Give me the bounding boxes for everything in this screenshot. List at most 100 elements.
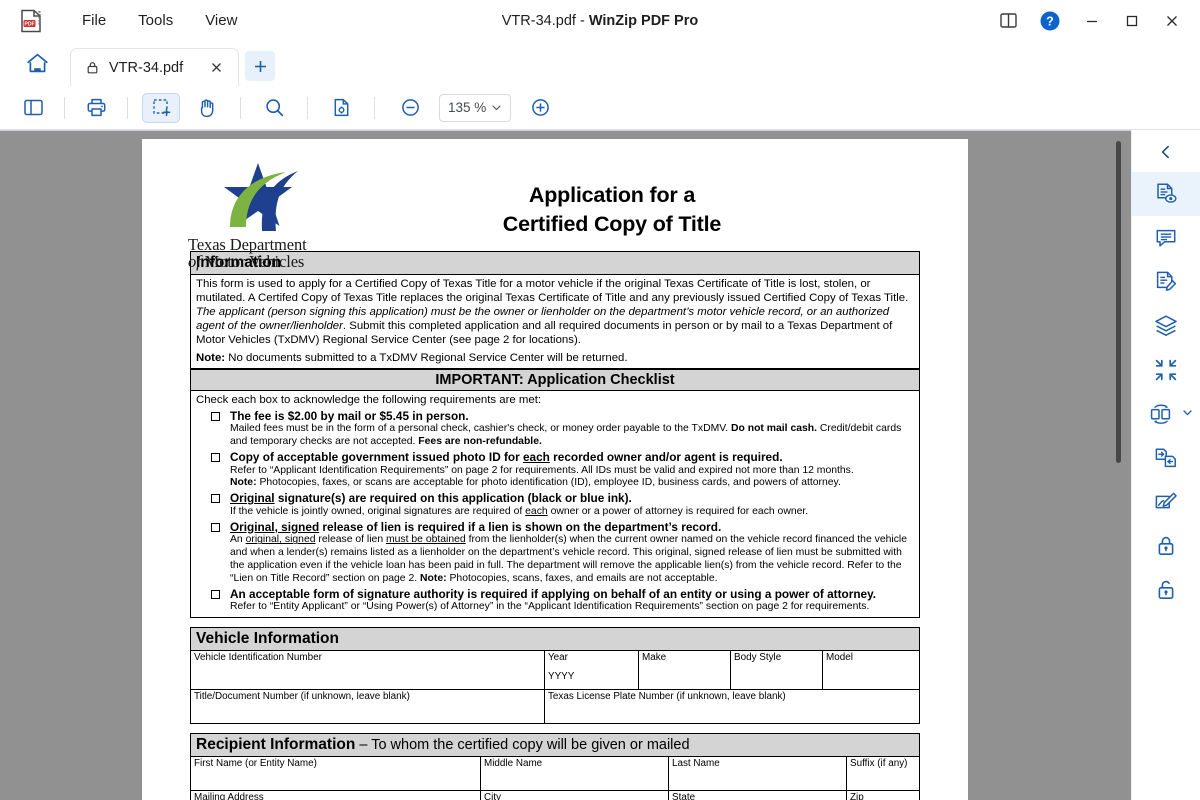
- field-label: City: [484, 792, 502, 800]
- field-label: Title/Document Number (if unknown, leave…: [194, 691, 410, 703]
- table-row: Vehicle Identification Number Year YYYY M…: [191, 651, 919, 691]
- checklist-checkbox-lien-release[interactable]: [211, 522, 220, 532]
- maximize-button[interactable]: [1112, 1, 1152, 41]
- menu-item-tools[interactable]: Tools: [124, 6, 187, 35]
- field-title-document-number[interactable]: Title/Document Number (if unknown, leave…: [191, 690, 545, 724]
- field-label: Year: [548, 652, 568, 664]
- pan-hand-button[interactable]: [188, 93, 226, 123]
- page-settings-button[interactable]: [322, 93, 360, 123]
- section-header-vehicle-information: Vehicle Information: [190, 627, 920, 652]
- zoom-level-select[interactable]: 135 %: [439, 93, 512, 122]
- field-make[interactable]: Make: [639, 651, 731, 690]
- rp-edit-document-button[interactable]: [1132, 260, 1200, 304]
- form-sheet: Information This form is used to apply f…: [190, 251, 920, 800]
- right-panel-items: [1131, 172, 1200, 612]
- new-tab-button[interactable]: [245, 51, 276, 81]
- zoom-level-value: 135 %: [448, 100, 487, 115]
- field-label: Suffix (if any): [850, 758, 908, 770]
- field-last-name[interactable]: Last Name: [669, 757, 847, 791]
- field-state[interactable]: State: [669, 791, 847, 800]
- checklist-checkbox-signature[interactable]: [211, 494, 220, 504]
- rp-merge-files-button[interactable]: [1132, 436, 1200, 480]
- field-year[interactable]: Year YYYY: [545, 651, 639, 690]
- rp-convert-button[interactable]: [1132, 392, 1200, 436]
- field-texas-license-plate-number[interactable]: Texas License Plate Number (if unknown, …: [545, 690, 919, 723]
- rp-view-document-button[interactable]: [1131, 172, 1200, 216]
- home-button[interactable]: [14, 41, 60, 85]
- select-area-icon: [152, 99, 170, 116]
- checklist-checkbox-fee[interactable]: [211, 411, 220, 421]
- pdf-app-logo: PDF: [18, 8, 44, 34]
- field-mailing-address[interactable]: Mailing Address: [191, 791, 481, 800]
- checklist-note-label: Note:: [230, 477, 257, 489]
- checklist-sub-a: If the vehicle is jointly owned, origina…: [230, 505, 526, 517]
- close-icon: [1167, 15, 1177, 26]
- svg-text:?: ?: [1046, 14, 1054, 28]
- rp-comment-button[interactable]: [1132, 216, 1200, 260]
- checklist-sub-u: each: [525, 505, 548, 517]
- rp-compress-button[interactable]: [1132, 348, 1200, 392]
- txdmv-star-icon: [206, 161, 310, 235]
- tab-vtr34[interactable]: VTR-34.pdf: [70, 48, 240, 86]
- checklist-item-title: An acceptable form of signature authorit…: [230, 586, 877, 601]
- search-button[interactable]: [255, 93, 293, 123]
- menu-item-view[interactable]: View: [191, 6, 251, 35]
- rp-layers-button[interactable]: [1132, 304, 1200, 348]
- menu-item-file[interactable]: File: [68, 6, 120, 35]
- help-button[interactable]: ?: [1028, 1, 1072, 41]
- winzip-pdf-pro-window: PDF File Tools View VTR-34.pdf - WinZip …: [0, 0, 1200, 800]
- print-icon: [87, 98, 105, 117]
- field-city[interactable]: City: [481, 791, 669, 800]
- field-body-style[interactable]: Body Style: [731, 651, 823, 690]
- checklist-checkbox-signature-authority[interactable]: [211, 589, 220, 599]
- checklist-note-text: Photocopies, faxes, or scans are accepta…: [256, 477, 841, 489]
- sidebar-toggle-button[interactable]: [16, 93, 50, 123]
- rp-protect-lock-button[interactable]: [1132, 524, 1200, 568]
- checklist-sub-u2: must be obtained: [385, 534, 466, 546]
- checklist-title-b: signature(s) are required on this applic…: [274, 491, 632, 506]
- window-title-app: WinZip PDF Pro: [588, 12, 699, 29]
- title-bar: PDF File Tools View VTR-34.pdf - WinZip …: [0, 0, 1200, 41]
- plus-icon: [254, 60, 266, 72]
- window-title-document: VTR-34.pdf: [501, 12, 576, 29]
- field-label: Middle Name: [484, 758, 543, 770]
- vertical-scrollbar[interactable]: [1112, 131, 1124, 800]
- rp-unlock-button[interactable]: [1132, 568, 1200, 612]
- split-view-button[interactable]: [988, 1, 1028, 41]
- tab-close-button[interactable]: [206, 58, 226, 78]
- field-first-name[interactable]: First Name (or Entity Name): [191, 757, 481, 791]
- field-middle-name[interactable]: Middle Name: [481, 757, 669, 791]
- minimize-button[interactable]: [1072, 1, 1112, 41]
- collapse-panel-button[interactable]: [1151, 137, 1181, 167]
- checklist-title-a: Copy of acceptable government issued pho…: [230, 449, 523, 464]
- checklist-item-note: Note: Photocopies, faxes, or scans are a…: [230, 477, 914, 490]
- document-viewport[interactable]: Texas Department of Motor Vehicles Appli…: [0, 130, 1131, 800]
- field-zip[interactable]: Zip: [847, 791, 919, 800]
- zoom-out-button[interactable]: [393, 93, 427, 123]
- information-para-a: This form is used to apply for a Certifi…: [196, 278, 909, 305]
- vertical-scrollbar-thumb[interactable]: [1116, 141, 1121, 463]
- svg-text:PDF: PDF: [25, 21, 35, 27]
- page-settings-icon: [334, 98, 348, 117]
- field-label: Zip: [850, 792, 864, 800]
- document-title-line2: Certified Copy of Title: [502, 212, 722, 237]
- section-header-recipient-information: Recipient Information – To whom the cert…: [190, 733, 920, 758]
- field-vin[interactable]: Vehicle Identification Number: [191, 651, 545, 690]
- document-header: Texas Department of Motor Vehicles Appli…: [142, 139, 968, 270]
- sign-icon: [1155, 492, 1177, 509]
- vehicle-information-table: Vehicle Identification Number Year YYYY M…: [190, 651, 920, 725]
- zoom-in-button[interactable]: [523, 93, 557, 123]
- rp-sign-button[interactable]: [1132, 480, 1200, 524]
- field-label: Mailing Address: [194, 792, 264, 800]
- checklist-checkbox-photo-id[interactable]: [211, 452, 220, 462]
- print-button[interactable]: [79, 93, 113, 123]
- field-model[interactable]: Model: [823, 651, 919, 689]
- close-button[interactable]: [1152, 1, 1192, 41]
- field-suffix[interactable]: Suffix (if any): [847, 757, 919, 790]
- checklist-item-sub: If the vehicle is jointly owned, origina…: [230, 506, 914, 519]
- information-paragraph: This form is used to apply for a Certifi…: [196, 277, 914, 347]
- select-area-button[interactable]: [142, 92, 180, 123]
- toolbar-separator: [240, 96, 241, 119]
- checklist-sub-d: Fees are non-refundable.: [418, 436, 542, 448]
- layers-icon: [1155, 315, 1177, 336]
